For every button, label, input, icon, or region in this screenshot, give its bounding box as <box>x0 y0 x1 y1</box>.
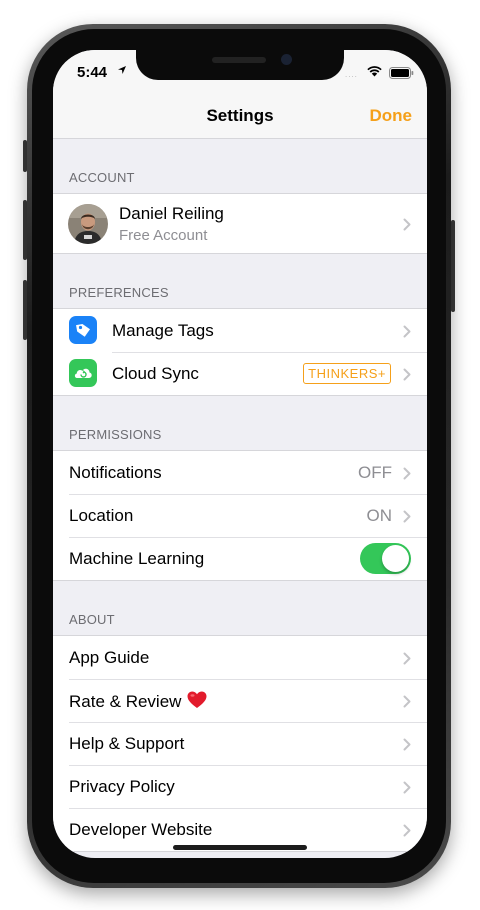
section-header-label: ABOUT <box>69 612 115 627</box>
notch <box>136 50 344 80</box>
permissions-group: Notifications OFF Location ON Machine Le… <box>53 450 427 581</box>
thinkers-plus-badge: THINKERS+ <box>303 363 391 384</box>
app-guide-label: App Guide <box>69 648 150 667</box>
account-group: Daniel Reiling Free Account <box>53 193 427 254</box>
power-button <box>451 220 455 312</box>
chevron-right-icon <box>403 368 411 381</box>
chevron-right-icon <box>403 824 411 837</box>
front-camera <box>281 54 292 65</box>
account-name: Daniel Reiling <box>119 204 224 223</box>
avatar <box>68 204 108 244</box>
chevron-right-icon <box>403 738 411 751</box>
app-guide-row[interactable]: App Guide <box>53 636 427 679</box>
manage-tags-label: Manage Tags <box>112 321 214 340</box>
screen: 5:44 .... Settings Done ACCOUNT Daniel R… <box>53 50 427 858</box>
section-header-label: PREFERENCES <box>69 285 169 300</box>
rate-review-label: Rate & Review <box>69 692 182 711</box>
heart-icon <box>187 691 207 708</box>
settings-list: ACCOUNT Daniel Reiling Free Account PREF… <box>53 139 427 852</box>
rate-review-label-wrap: Rate & Review <box>69 691 207 712</box>
signal-dots: .... <box>345 70 358 79</box>
rate-review-row[interactable]: Rate & Review <box>53 679 427 722</box>
home-indicator[interactable] <box>173 845 307 850</box>
wifi-icon <box>367 66 382 77</box>
location-arrow-icon <box>118 66 126 74</box>
section-header-permissions: PERMISSIONS <box>53 396 427 450</box>
navigation-bar: Settings Done <box>53 94 427 139</box>
notifications-value: OFF <box>358 463 392 482</box>
section-header-preferences: PREFERENCES <box>53 254 427 308</box>
cloud-sync-label: Cloud Sync <box>112 364 199 383</box>
location-label: Location <box>69 506 134 525</box>
privacy-policy-row[interactable]: Privacy Policy <box>53 765 427 808</box>
battery-icon <box>389 67 414 79</box>
cloud-sync-icon <box>69 359 97 387</box>
machine-learning-label: Machine Learning <box>69 549 205 568</box>
tag-icon <box>69 316 97 344</box>
help-support-label: Help & Support <box>69 734 185 753</box>
chevron-right-icon <box>403 325 411 338</box>
about-group: App Guide Rate & Review Help & Support P… <box>53 635 427 852</box>
notifications-row[interactable]: Notifications OFF <box>53 451 427 494</box>
location-row[interactable]: Location ON <box>53 494 427 537</box>
chevron-right-icon <box>403 218 411 231</box>
section-header-label: ACCOUNT <box>69 170 135 185</box>
notifications-label: Notifications <box>69 463 162 482</box>
machine-learning-toggle[interactable] <box>360 543 411 574</box>
chevron-right-icon <box>403 781 411 794</box>
chevron-right-icon <box>403 652 411 665</box>
chevron-right-icon <box>403 695 411 708</box>
toggle-knob <box>382 545 409 572</box>
speaker-grille <box>212 57 266 63</box>
manage-tags-row[interactable]: Manage Tags <box>53 309 427 352</box>
section-header-label: PERMISSIONS <box>69 427 162 442</box>
privacy-policy-label: Privacy Policy <box>69 777 175 796</box>
location-value: ON <box>366 506 393 525</box>
chevron-right-icon <box>403 510 411 523</box>
account-plan: Free Account <box>119 227 208 244</box>
status-time: 5:44 <box>77 64 108 81</box>
account-row[interactable]: Daniel Reiling Free Account <box>53 194 427 253</box>
chevron-right-icon <box>403 467 411 480</box>
section-header-about: ABOUT <box>53 581 427 635</box>
developer-website-label: Developer Website <box>69 820 213 839</box>
done-button[interactable]: Done <box>370 106 413 126</box>
help-support-row[interactable]: Help & Support <box>53 722 427 765</box>
preferences-group: Manage Tags Cloud Sync THINKERS+ <box>53 308 427 396</box>
cloud-sync-row[interactable]: Cloud Sync THINKERS+ <box>53 352 427 395</box>
machine-learning-row: Machine Learning <box>53 537 427 580</box>
section-header-account: ACCOUNT <box>53 139 427 193</box>
